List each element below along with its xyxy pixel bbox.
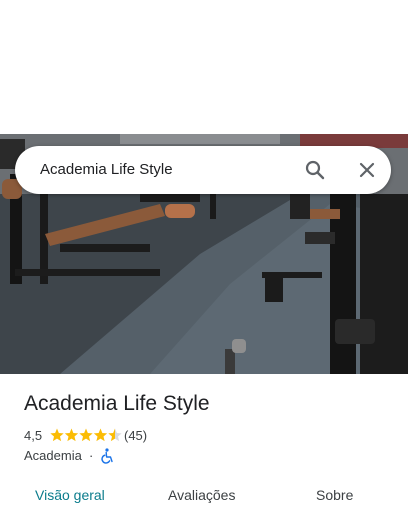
separator-dot: · — [89, 448, 94, 463]
close-icon[interactable] — [355, 158, 379, 182]
rating-value: 4,5 — [24, 428, 43, 443]
star-4 — [93, 428, 108, 442]
category-label: Academia — [24, 448, 82, 463]
search-input[interactable]: Academia Life Style — [40, 161, 173, 178]
star-3 — [79, 428, 93, 442]
tab-overview[interactable]: Visão geral — [35, 487, 105, 503]
tab-about[interactable]: Sobre — [316, 487, 353, 503]
search-bar[interactable]: Academia Life Style — [15, 146, 391, 194]
tab-reviews[interactable]: Avaliações — [168, 487, 235, 503]
star-rating — [50, 428, 122, 442]
star-1 — [50, 428, 64, 442]
search-icon[interactable] — [303, 158, 327, 182]
wheelchair-accessible-icon — [101, 448, 113, 464]
review-count[interactable]: (45) — [124, 428, 147, 443]
star-5 — [108, 428, 122, 442]
star-2 — [64, 428, 79, 442]
place-title: Academia Life Style — [24, 392, 210, 415]
place-tabs: Visão geral Avaliações Sobre — [0, 476, 408, 508]
